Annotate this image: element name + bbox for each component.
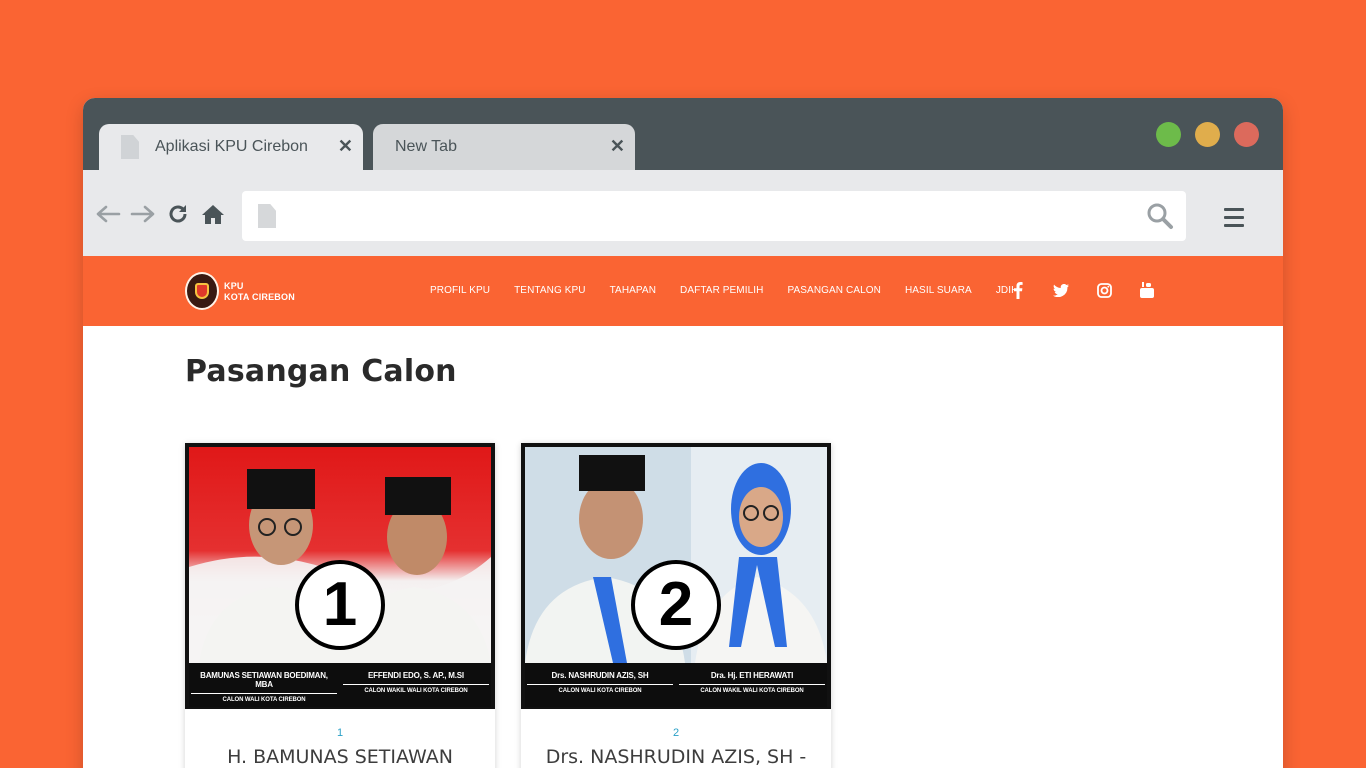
tab-title: Aplikasi KPU Cirebon <box>155 138 308 155</box>
left-candidate-name: BAMUNAS SETIAWAN BOEDIMAN, MBA <box>200 671 328 689</box>
right-caption: Dra. Hj. ETI HERAWATI CALON WAKIL WALI K… <box>679 671 825 694</box>
left-caption: BAMUNAS SETIAWAN BOEDIMAN, MBA CALON WAL… <box>191 671 337 703</box>
left-caption: Drs. NASHRUDIN AZIS, SH CALON WALI KOTA … <box>527 671 673 694</box>
caption-bar: BAMUNAS SETIAWAN BOEDIMAN, MBA CALON WAL… <box>189 663 491 707</box>
close-tab-icon[interactable]: ✕ <box>338 136 353 156</box>
right-caption: EFFENDI EDO, S. AP., M.SI CALON WAKIL WA… <box>343 671 489 694</box>
instagram-icon[interactable] <box>1095 281 1113 299</box>
main-menu: PROFIL KPU TENTANG KPU TAHAPAN DAFTAR PE… <box>430 285 1042 296</box>
candidate-name[interactable]: Drs. NASHRUDIN AZIS, SH - <box>521 746 831 768</box>
candidate-photo[interactable]: 1 BAMUNAS SETIAWAN BOEDIMAN, MBA CALON W… <box>185 443 495 709</box>
browser-toolbar <box>83 170 1283 256</box>
menu-tahapan[interactable]: TAHAPAN <box>610 285 656 296</box>
candidate-number: 1 <box>336 727 344 739</box>
menu-hamburger-icon[interactable] <box>1224 208 1244 232</box>
forward-arrow-icon[interactable] <box>130 200 156 228</box>
page-title: Pasangan Calon <box>185 354 457 389</box>
search-icon[interactable] <box>1146 202 1174 235</box>
logo-line-1: KPU <box>224 281 244 291</box>
site-header: KPU KOTA CIREBON PROFIL KPU TENTANG KPU … <box>83 256 1283 326</box>
close-window-button[interactable] <box>1234 122 1259 147</box>
left-candidate-role: CALON WALI KOTA CIREBON <box>527 684 673 694</box>
menu-profil-kpu[interactable]: PROFIL KPU <box>430 285 490 296</box>
candidate-number: 2 <box>672 727 680 739</box>
tab-new-tab[interactable]: New Tab ✕ <box>373 124 635 170</box>
menu-daftar-pemilih[interactable]: DAFTAR PEMILIH <box>680 285 763 296</box>
left-candidate-role: CALON WALI KOTA CIREBON <box>191 693 337 703</box>
browser-titlebar: Aplikasi KPU Cirebon ✕ New Tab ✕ <box>83 98 1283 170</box>
candidate-badge-number: 1 <box>323 570 357 639</box>
maximize-button[interactable] <box>1156 122 1181 147</box>
minimize-button[interactable] <box>1195 122 1220 147</box>
right-candidate-name: Dra. Hj. ETI HERAWATI <box>710 671 794 680</box>
right-candidate-name: EFFENDI EDO, S. AP., M.SI <box>368 671 464 680</box>
twitter-icon[interactable] <box>1052 281 1070 299</box>
candidate-badge-number: 2 <box>659 570 693 639</box>
tab-title: New Tab <box>395 138 457 155</box>
logo-line-2: KOTA CIREBON <box>224 292 295 302</box>
tab-aplikasi-kpu[interactable]: Aplikasi KPU Cirebon ✕ <box>99 124 363 170</box>
home-icon[interactable] <box>201 200 225 228</box>
facebook-icon[interactable] <box>1009 281 1027 299</box>
kpu-logo-icon[interactable] <box>185 272 219 310</box>
reload-icon[interactable] <box>167 200 189 228</box>
back-arrow-icon[interactable] <box>95 200 121 228</box>
menu-hasil-suara[interactable]: HASIL SUARA <box>905 285 972 296</box>
candidate-card[interactable]: 1 BAMUNAS SETIAWAN BOEDIMAN, MBA CALON W… <box>185 443 495 768</box>
menu-tentang-kpu[interactable]: TENTANG KPU <box>514 285 585 296</box>
left-candidate-name: Drs. NASHRUDIN AZIS, SH <box>551 671 649 680</box>
caption-bar: Drs. NASHRUDIN AZIS, SH CALON WALI KOTA … <box>525 663 827 707</box>
candidate-name[interactable]: H. BAMUNAS SETIAWAN <box>185 746 495 768</box>
browser-window: Aplikasi KPU Cirebon ✕ New Tab ✕ KPU KOT… <box>83 98 1283 768</box>
candidate-photo[interactable]: 2 Drs. NASHRUDIN AZIS, SH CALON WALI KOT… <box>521 443 831 709</box>
close-tab-icon[interactable]: ✕ <box>610 136 625 156</box>
window-controls <box>1156 122 1259 147</box>
document-icon <box>121 135 139 159</box>
right-candidate-role: CALON WAKIL WALI KOTA CIREBON <box>679 684 825 694</box>
menu-pasangan-calon[interactable]: PASANGAN CALON <box>787 285 880 296</box>
right-candidate-role: CALON WAKIL WALI KOTA CIREBON <box>343 684 489 694</box>
candidate-card[interactable]: 2 Drs. NASHRUDIN AZIS, SH CALON WALI KOT… <box>521 443 831 768</box>
page-icon <box>258 204 276 228</box>
youtube-icon[interactable] <box>1138 281 1156 299</box>
address-bar[interactable] <box>242 191 1186 241</box>
site-logo-text[interactable]: KPU KOTA CIREBON <box>224 281 295 303</box>
